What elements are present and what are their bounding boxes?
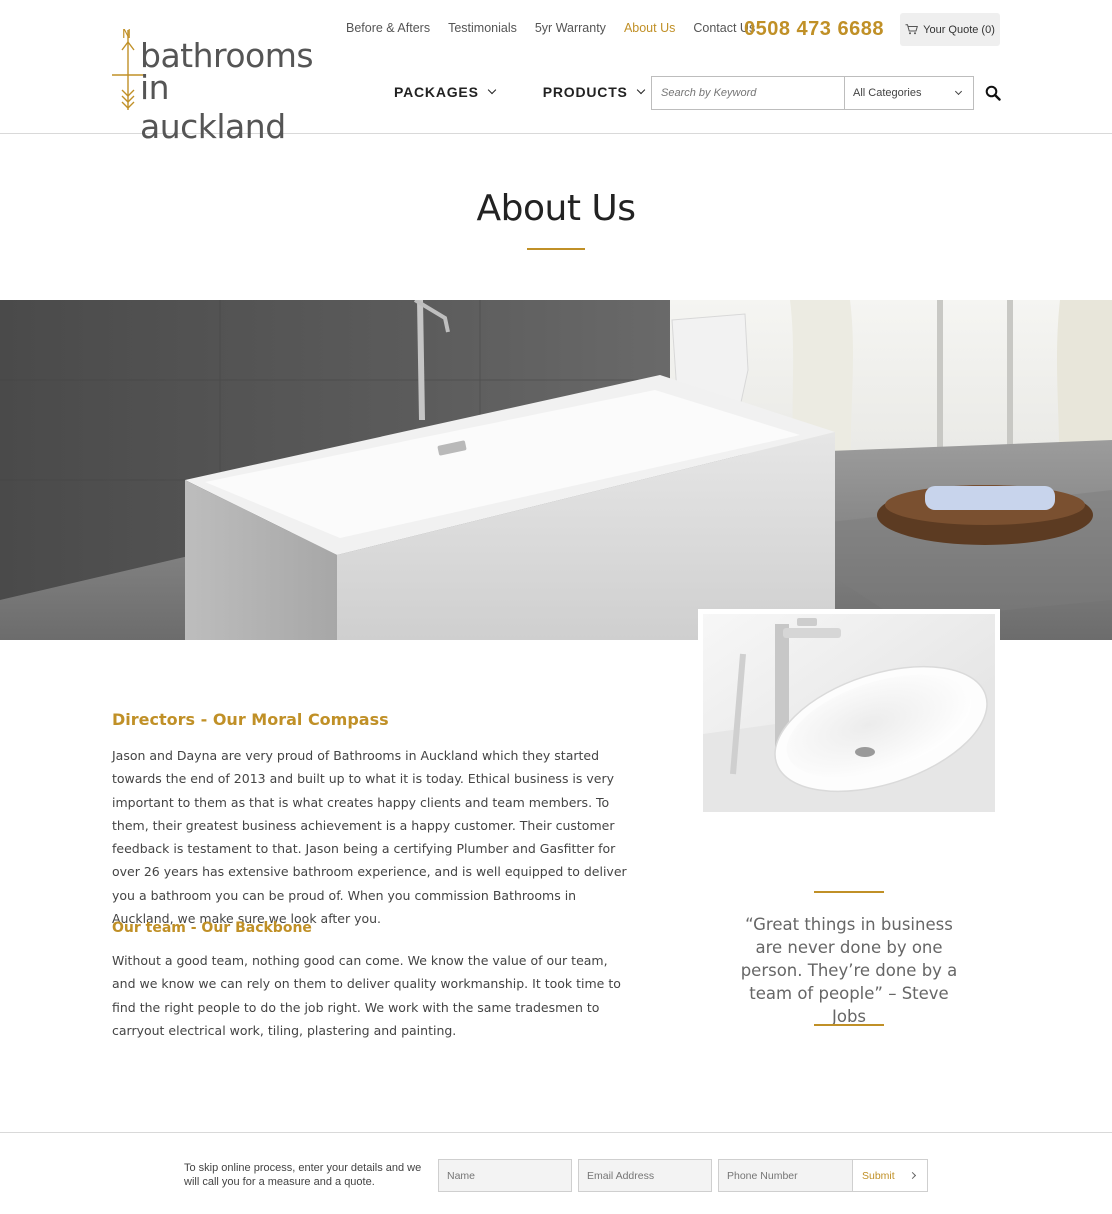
your-quote-button[interactable]: Your Quote (0) <box>900 13 1000 46</box>
directors-paragraph: Jason and Dayna are very proud of Bathro… <box>112 748 627 927</box>
top-navigation: Before & Afters Testimonials 5yr Warrant… <box>346 21 773 35</box>
team-paragraph: Without a good team, nothing good can co… <box>112 953 621 1038</box>
phone-field[interactable] <box>718 1159 853 1192</box>
topnav-about-us[interactable]: About Us <box>624 21 675 35</box>
steve-jobs-quote: “Great things in business are never done… <box>740 915 958 1026</box>
category-select[interactable]: All Categories <box>845 77 973 109</box>
title-divider <box>527 248 585 250</box>
search-input[interactable] <box>652 77 845 109</box>
nav-packages[interactable]: PACKAGES <box>394 84 496 100</box>
nav-packages-label: PACKAGES <box>394 84 479 100</box>
your-quote-label: Your Quote (0) <box>923 23 995 36</box>
chevron-down-icon <box>954 87 963 96</box>
phone-number[interactable]: 0508 473 6688 <box>744 18 884 41</box>
chevron-right-icon <box>908 1171 917 1180</box>
nav-products-label: PRODUCTS <box>542 84 628 100</box>
directors-heading: Directors - Our Moral Compass <box>112 710 389 729</box>
svg-text:N: N <box>122 27 131 41</box>
cart-icon <box>905 24 919 35</box>
chevron-down-icon <box>487 85 496 95</box>
topnav-warranty[interactable]: 5yr Warranty <box>535 21 606 35</box>
basin-image <box>698 609 1000 817</box>
quote-divider-top <box>814 891 884 893</box>
main-navigation: PACKAGES PRODUCTS <box>394 84 692 100</box>
footer-callback-text: To skip online process, enter your detai… <box>184 1162 422 1188</box>
nav-products[interactable]: PRODUCTS <box>542 84 645 100</box>
submit-button[interactable]: Submit <box>852 1159 928 1192</box>
hero-bathtub-image <box>0 300 1112 640</box>
email-field[interactable] <box>578 1159 712 1192</box>
team-heading: Our team - Our Backbone <box>112 920 312 936</box>
site-header: N bathrooms in auckland Before & Afters … <box>0 0 1112 146</box>
logo-line2: in auckland <box>140 68 286 146</box>
quote-divider-bottom <box>814 1024 884 1026</box>
site-logo[interactable]: N bathrooms in auckland <box>110 26 314 146</box>
topnav-testimonials[interactable]: Testimonials <box>448 21 517 35</box>
name-field[interactable] <box>438 1159 572 1192</box>
callback-footer: To skip online process, enter your detai… <box>0 1132 1112 1214</box>
page-title: About Us <box>476 188 636 229</box>
submit-label: Submit <box>862 1169 895 1182</box>
search-form: All Categories <box>651 76 974 110</box>
chevron-down-icon <box>636 85 645 95</box>
category-select-value: All Categories <box>853 87 922 99</box>
search-icon[interactable] <box>985 85 1001 101</box>
topnav-before-afters[interactable]: Before & Afters <box>346 21 430 35</box>
